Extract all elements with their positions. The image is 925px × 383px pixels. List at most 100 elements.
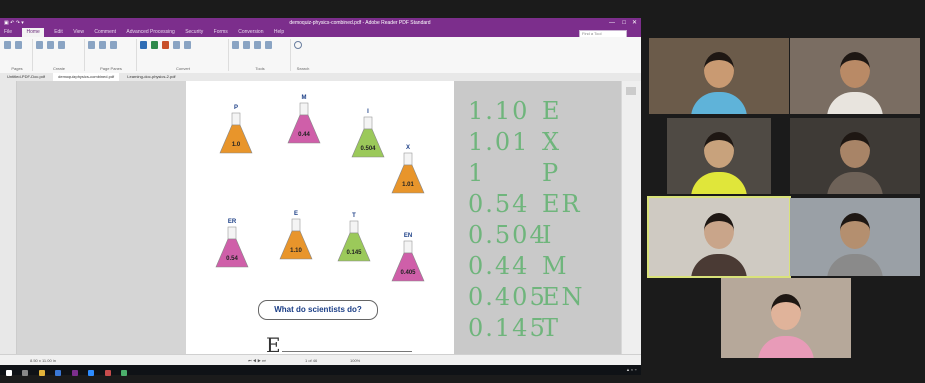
navigation-pane-strip[interactable] bbox=[0, 81, 17, 354]
menu-home[interactable]: Home bbox=[22, 28, 44, 37]
participant-video-tile[interactable] bbox=[790, 198, 920, 276]
menu-advanced-processing[interactable]: Advanced Processing bbox=[126, 28, 174, 37]
close-icon[interactable]: ✕ bbox=[632, 18, 637, 28]
ribbon-group-label: Pages bbox=[11, 66, 23, 71]
participant-body bbox=[691, 254, 747, 276]
handwritten-row: 1.01 X bbox=[468, 128, 618, 156]
handwritten-row: 1P bbox=[468, 159, 618, 187]
participant-video-tile[interactable] bbox=[790, 118, 920, 194]
flask-value: 1.01 bbox=[402, 182, 414, 188]
word-icon[interactable] bbox=[140, 41, 147, 49]
flask-letter: T bbox=[352, 213, 356, 219]
flask-value: 0.405 bbox=[400, 270, 416, 276]
office-pdf-icon[interactable] bbox=[184, 41, 191, 49]
handwritten-row: 0.44 M bbox=[468, 252, 618, 280]
menu-edit[interactable]: Edit bbox=[54, 28, 63, 37]
flask: E 1.10 bbox=[279, 211, 313, 260]
flask-letter: E bbox=[294, 211, 298, 217]
document-assembly-icon[interactable] bbox=[36, 41, 43, 49]
menu-bar: File Home Edit View Comment Advanced Pro… bbox=[0, 28, 641, 38]
tab-document[interactable]: Untitled-PDF-Doc.pdf bbox=[2, 73, 50, 81]
maximize-icon[interactable]: □ bbox=[622, 18, 626, 28]
flask-value: 0.145 bbox=[346, 250, 362, 256]
windows-taskbar: ▲ ◐ ⌁ bbox=[0, 365, 641, 376]
search-icon[interactable] bbox=[294, 41, 302, 49]
tab-document[interactable]: Learning-doc-physics-2.pdf bbox=[122, 73, 180, 81]
left-gray-margin bbox=[0, 81, 186, 354]
app-icon[interactable] bbox=[104, 370, 111, 376]
handwritten-letter: ER bbox=[542, 190, 582, 218]
flask-letter: EN bbox=[404, 233, 412, 239]
participant-body bbox=[691, 92, 747, 114]
answer-line bbox=[282, 351, 412, 352]
menu-conversion[interactable]: Conversion bbox=[238, 28, 263, 37]
scroll-thumb[interactable] bbox=[626, 87, 636, 95]
typewriter-icon[interactable] bbox=[243, 41, 250, 49]
participant-face bbox=[840, 213, 870, 249]
ribbon-group-label: Search bbox=[296, 66, 310, 71]
flask-letter: P bbox=[234, 105, 238, 111]
handwritten-number: 0.145 bbox=[468, 314, 547, 342]
browser-icon[interactable] bbox=[55, 370, 62, 376]
menu-security[interactable]: Security bbox=[185, 28, 203, 37]
handwritten-number: 0.44 bbox=[468, 252, 530, 280]
insert-page-icon[interactable] bbox=[4, 41, 11, 49]
participant-video-tile[interactable] bbox=[667, 118, 771, 194]
ribbon-group-create: Create bbox=[34, 39, 85, 71]
participant-face bbox=[704, 213, 734, 249]
ribbon-group-label: Tools bbox=[255, 66, 265, 71]
tab-document-active[interactable]: demoquizphysics-combined.pdf bbox=[53, 73, 120, 81]
split-icon[interactable] bbox=[265, 41, 272, 49]
powerpoint-icon[interactable] bbox=[162, 41, 169, 49]
excel-icon[interactable] bbox=[151, 41, 158, 49]
edit-text-icon[interactable] bbox=[232, 41, 239, 49]
ribbon-toolbar: Pages Create Page Panes Convert Tools Se… bbox=[0, 37, 641, 74]
minimize-icon[interactable]: — bbox=[609, 18, 615, 28]
handwritten-number: 0.54 bbox=[468, 190, 530, 218]
ribbon-group-label: Create bbox=[52, 66, 65, 71]
flask: M 0.44 bbox=[287, 95, 321, 144]
participant-video-tile[interactable] bbox=[721, 278, 851, 358]
flask-value: 0.54 bbox=[226, 256, 238, 262]
pdf-editor-icon[interactable] bbox=[71, 370, 78, 376]
search-icon[interactable] bbox=[22, 370, 29, 376]
menu-forms[interactable]: Forms bbox=[214, 28, 228, 37]
menu-comment[interactable]: Comment bbox=[94, 28, 116, 37]
flask-neck bbox=[299, 102, 309, 116]
file-explorer-icon[interactable] bbox=[38, 370, 45, 376]
flask-letter: M bbox=[302, 95, 307, 101]
flask-neck bbox=[403, 240, 413, 254]
participant-video-tile[interactable] bbox=[790, 38, 920, 114]
flask: T 0.145 bbox=[337, 213, 371, 262]
flask-value: 1.0 bbox=[232, 142, 241, 148]
zoom-icon[interactable] bbox=[88, 370, 95, 376]
from-scanner-icon[interactable] bbox=[58, 41, 65, 49]
delete-page-icon[interactable] bbox=[15, 41, 22, 49]
start-icon[interactable] bbox=[6, 370, 12, 376]
handwritten-number: 1 bbox=[468, 159, 486, 187]
menu-help[interactable]: Help bbox=[274, 28, 284, 37]
menu-file[interactable]: File bbox=[4, 28, 12, 37]
left-pane-icon[interactable] bbox=[110, 41, 117, 49]
quick-access-icons[interactable]: ▣ ↶ ↷ ▾ bbox=[4, 18, 24, 28]
combine-all-icon[interactable] bbox=[88, 41, 95, 49]
right-pane-icon[interactable] bbox=[99, 41, 106, 49]
flask-value: 0.44 bbox=[298, 132, 310, 138]
participant-video-tile[interactable] bbox=[649, 38, 789, 114]
flask-letter: X bbox=[406, 145, 410, 151]
pdf-page: P 1.0 M 0.44 I 0.504 X 1.01 ER 0.54 E 1.10 T 0.145 EN 0… bbox=[186, 81, 454, 357]
system-tray[interactable]: ▲ ◐ ⌁ bbox=[626, 365, 637, 375]
combine-files-icon[interactable] bbox=[47, 41, 54, 49]
vertical-scrollbar[interactable] bbox=[621, 81, 642, 354]
app-icon[interactable] bbox=[121, 370, 128, 376]
ribbon-group-tools: Tools bbox=[230, 39, 291, 71]
participant-face bbox=[704, 52, 734, 88]
menu-view[interactable]: View bbox=[73, 28, 84, 37]
participant-body bbox=[758, 336, 814, 358]
question-text: What do scientists do? bbox=[258, 300, 378, 320]
other-format-icon[interactable] bbox=[173, 41, 180, 49]
window-title: demoquiz-physics-combined.pdf - Adobe Re… bbox=[289, 20, 431, 26]
participant-video-tile[interactable] bbox=[647, 196, 791, 278]
redact-icon[interactable] bbox=[254, 41, 261, 49]
flask-liquid bbox=[215, 238, 249, 268]
